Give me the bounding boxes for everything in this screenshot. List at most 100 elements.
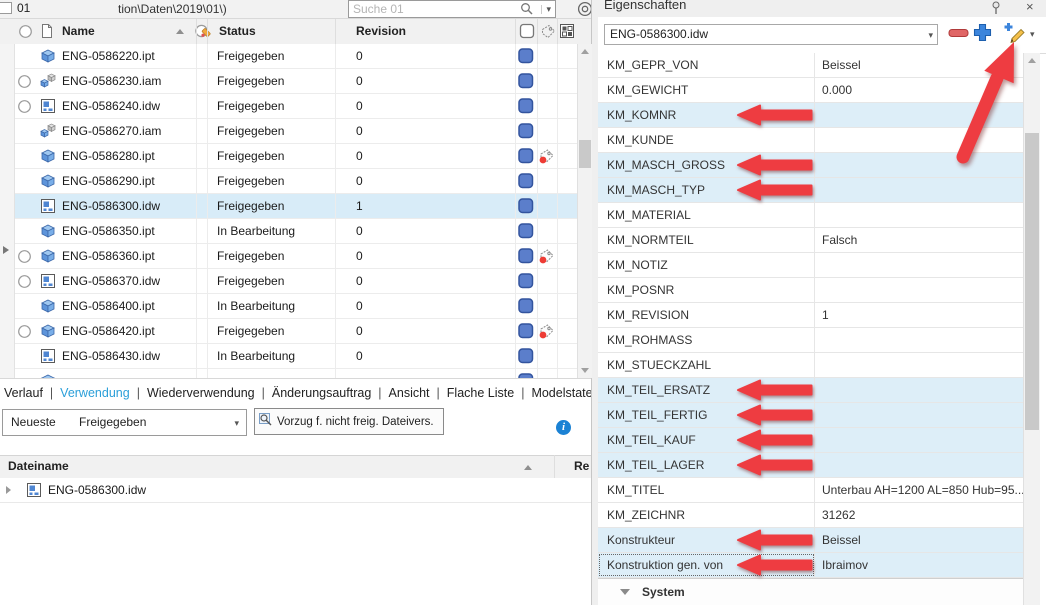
collapse-triangle-icon[interactable] bbox=[620, 589, 630, 595]
chevron-down-icon[interactable]: ▾ bbox=[928, 31, 933, 40]
tab-wiederverwendung[interactable]: Wiederverwendung bbox=[147, 386, 255, 400]
property-value: 0.000 bbox=[815, 78, 1023, 102]
property-row[interactable]: KM_REVISION1 bbox=[598, 303, 1023, 328]
search-icon[interactable] bbox=[520, 2, 533, 18]
file-row[interactable]: ENG-0586280.iptFreigegeben0 bbox=[0, 144, 577, 169]
chevron-down-icon[interactable]: ▾ bbox=[234, 419, 239, 428]
column-header-status[interactable]: Status bbox=[219, 24, 256, 38]
file-row[interactable]: ENG-0586350.iptIn Bearbeitung0 bbox=[0, 219, 577, 244]
property-row[interactable]: KM_TEIL_FERTIG bbox=[598, 403, 1023, 428]
selection-circle-icon[interactable] bbox=[17, 249, 32, 267]
selection-circle-icon[interactable] bbox=[17, 324, 32, 342]
tab-modelstate[interactable]: Modelstate bbox=[531, 386, 592, 400]
property-row[interactable]: KM_KOMNR bbox=[598, 103, 1023, 128]
file-revision: 0 bbox=[356, 349, 363, 363]
file-row[interactable]: ENG-0586400.iptIn Bearbeitung0 bbox=[0, 294, 577, 319]
property-name: KM_GEWICHT bbox=[598, 78, 815, 102]
property-row[interactable]: KM_MASCH_GROSS bbox=[598, 153, 1023, 178]
property-row[interactable]: KM_POSNR bbox=[598, 278, 1023, 303]
header-grid-view-icon[interactable] bbox=[559, 23, 575, 42]
remove-property-button[interactable] bbox=[948, 27, 970, 42]
info-icon[interactable]: i bbox=[556, 420, 571, 435]
column-header-re[interactable]: Re bbox=[574, 459, 589, 473]
add-property-button[interactable] bbox=[973, 23, 992, 45]
property-row[interactable]: KM_TEIL_KAUF bbox=[598, 428, 1023, 453]
bottom-grid-header: Dateiname Re bbox=[0, 455, 591, 479]
vorzug-button[interactable]: Vorzug f. nicht freig. Dateivers. bbox=[254, 408, 444, 435]
expand-arrow-icon[interactable] bbox=[6, 486, 11, 494]
edit-properties-button[interactable] bbox=[1004, 22, 1026, 46]
red-arrow-annotation bbox=[737, 404, 815, 429]
scroll-up-icon[interactable] bbox=[1028, 58, 1036, 63]
tab-verlauf[interactable]: Verlauf bbox=[4, 386, 43, 400]
search-dropdown-icon[interactable]: ▾ bbox=[541, 5, 551, 14]
property-row[interactable]: Konstruktion gen. vonIbraimov bbox=[598, 553, 1023, 578]
property-row[interactable]: KM_KUNDE bbox=[598, 128, 1023, 153]
bottom-grid-row[interactable]: ENG-0586300.idw bbox=[0, 478, 591, 503]
search-input[interactable] bbox=[353, 1, 503, 16]
file-row[interactable]: ENG-0586220.iptFreigegeben0 bbox=[0, 44, 577, 69]
edit-dropdown-icon[interactable]: ▾ bbox=[1030, 30, 1035, 39]
property-row[interactable]: KM_GEWICHT0.000 bbox=[598, 78, 1023, 103]
file-row[interactable]: ENG-0586370.idwFreigegeben0 bbox=[0, 269, 577, 294]
property-row[interactable]: KM_TEIL_LAGER bbox=[598, 453, 1023, 478]
pin-icon[interactable] bbox=[990, 1, 1002, 17]
properties-title: Eigenschaften bbox=[604, 0, 686, 12]
property-row[interactable]: KM_NOTIZ bbox=[598, 253, 1023, 278]
file-row[interactable]: ENG-0586430.idwIn Bearbeitung0 bbox=[0, 344, 577, 369]
property-row[interactable]: KM_ROHMASS bbox=[598, 328, 1023, 353]
property-row[interactable]: KM_STUECKZAHL bbox=[598, 353, 1023, 378]
header-checkbox-icon[interactable] bbox=[519, 23, 535, 42]
folder-tab-label[interactable]: 01 bbox=[17, 1, 30, 15]
scroll-up-icon[interactable] bbox=[581, 49, 589, 54]
version-bias-dropdown[interactable]: Neueste Freigegeben ▾ bbox=[2, 409, 247, 436]
header-circle-icon[interactable] bbox=[18, 24, 33, 42]
property-name: KM_REVISION bbox=[598, 303, 815, 327]
scrollbar-thumb[interactable] bbox=[1025, 133, 1039, 430]
property-value: Beissel bbox=[815, 528, 1023, 552]
file-row[interactable]: ENG-0586230.iamFreigegeben0 bbox=[0, 69, 577, 94]
system-group-header[interactable]: System bbox=[598, 578, 1023, 605]
header-tag-icon[interactable] bbox=[540, 23, 557, 43]
scrollbar-thumb[interactable] bbox=[579, 140, 591, 168]
file-row[interactable]: ENG-0586240.idwFreigegeben0 bbox=[0, 94, 577, 119]
header-document-icon[interactable] bbox=[40, 23, 54, 42]
file-selector-combobox[interactable]: ENG-0586300.idw ▾ bbox=[604, 24, 938, 45]
property-row[interactable]: KM_NORMTEILFalsch bbox=[598, 228, 1023, 253]
selection-circle-icon[interactable] bbox=[17, 274, 32, 292]
tab--nderungsauftrag[interactable]: Änderungsauftrag bbox=[272, 386, 371, 400]
file-row[interactable]: ENG-0586420.iptFreigegeben0 bbox=[0, 319, 577, 344]
tab-flache-liste[interactable]: Flache Liste bbox=[447, 386, 514, 400]
column-header-dateiname[interactable]: Dateiname bbox=[8, 459, 69, 473]
file-type-ipt-icon bbox=[40, 223, 56, 242]
file-name: ENG-0586270.iam bbox=[62, 124, 161, 138]
selection-circle-icon[interactable] bbox=[17, 99, 32, 117]
header-status-icon[interactable] bbox=[194, 23, 212, 43]
column-header-revision[interactable]: Revision bbox=[356, 24, 406, 38]
tab-verwendung[interactable]: Verwendung bbox=[60, 386, 130, 400]
file-revision: 0 bbox=[356, 299, 363, 313]
properties-scrollbar[interactable] bbox=[1023, 53, 1040, 605]
file-row[interactable]: ENG-0586270.iamFreigegeben0 bbox=[0, 119, 577, 144]
property-row[interactable]: KonstrukteurBeissel bbox=[598, 528, 1023, 553]
property-row[interactable]: KM_MATERIAL bbox=[598, 203, 1023, 228]
file-row[interactable]: ENG-0586290.iptFreigegeben0 bbox=[0, 169, 577, 194]
close-icon[interactable]: × bbox=[1026, 0, 1034, 14]
file-status: Freigegeben bbox=[217, 174, 284, 188]
property-row[interactable]: KM_TITELUnterbau AH=1200 AL=850 Hub=95..… bbox=[598, 478, 1023, 503]
file-row[interactable]: ENG-0586300.idwFreigegeben1 bbox=[0, 194, 577, 219]
property-row[interactable]: KM_ZEICHNR31262 bbox=[598, 503, 1023, 528]
file-row-partial[interactable] bbox=[0, 369, 577, 378]
tab-ansicht[interactable]: Ansicht bbox=[389, 386, 430, 400]
property-row[interactable]: KM_TEIL_ERSATZ bbox=[598, 378, 1023, 403]
column-header-name[interactable]: Name bbox=[62, 24, 95, 38]
file-row[interactable]: ENG-0586360.iptFreigegeben0 bbox=[0, 244, 577, 269]
file-name: ENG-0586290.ipt bbox=[62, 174, 155, 188]
file-list-scrollbar[interactable] bbox=[577, 44, 592, 378]
property-row[interactable]: KM_GEPR_VONBeissel bbox=[598, 53, 1023, 78]
tab-separator: | bbox=[437, 386, 440, 400]
property-row[interactable]: KM_MASCH_TYP bbox=[598, 178, 1023, 203]
bottom-row-file-name: ENG-0586300.idw bbox=[48, 483, 146, 497]
scroll-down-icon[interactable] bbox=[581, 368, 589, 373]
selection-circle-icon[interactable] bbox=[17, 74, 32, 92]
